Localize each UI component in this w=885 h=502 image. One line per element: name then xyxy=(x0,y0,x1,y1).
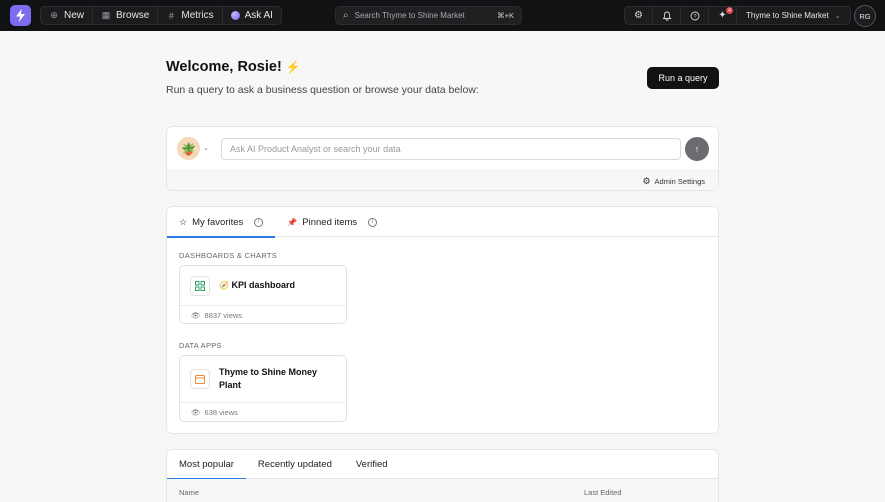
item-name: Thyme to Shine Money Plant xyxy=(219,367,318,390)
column-header-last-edited[interactable]: Last Edited xyxy=(584,488,622,497)
item-footer: 👁 8837 views xyxy=(180,305,346,324)
tab-most-popular[interactable]: Most popular xyxy=(167,450,246,480)
ask-ai-label: Ask AI xyxy=(244,10,273,21)
search-icon: ⌕ xyxy=(343,10,349,21)
section-heading-dashboards: DASHBOARDS & CHARTS xyxy=(179,251,278,260)
workspace-switcher[interactable]: Thyme to Shine Market ⌄ xyxy=(737,7,850,24)
plant-avatar-icon[interactable]: 🪴 xyxy=(177,137,200,160)
favorites-card: ☆ My favorites i 📌 Pinned items i DASHBO… xyxy=(166,206,719,434)
hash-icon: # xyxy=(168,10,174,21)
new-label: New xyxy=(64,10,85,21)
admin-settings-label: Admin Settings xyxy=(654,177,705,186)
workspace-name: Thyme to Shine Market xyxy=(746,11,829,20)
eye-icon: 👁 xyxy=(191,310,201,320)
gear-icon: ⚙ xyxy=(634,10,643,21)
section-heading-data-apps: DATA APPS xyxy=(179,341,222,350)
settings-button[interactable]: ⚙ xyxy=(625,7,653,24)
compass-emoji-icon: 🧭 xyxy=(219,281,229,290)
gear-icon: ⚙ xyxy=(642,176,651,186)
ask-ai-button[interactable]: Ask AI xyxy=(223,7,281,24)
ask-ai-card: 🪴 ⌄ Ask AI Product Analyst or search you… xyxy=(166,126,719,191)
arrow-up-icon: ↑ xyxy=(694,144,700,154)
star-icon: ☆ xyxy=(179,216,188,227)
search-shortcut: ⌘+K xyxy=(497,11,514,20)
whats-new-button[interactable]: ✦ 4 xyxy=(709,7,737,24)
tab-recently-updated[interactable]: Recently updated xyxy=(246,450,344,479)
view-count: 638 views xyxy=(204,408,238,417)
dashboard-icon xyxy=(190,276,210,296)
welcome-title: Welcome, Rosie! xyxy=(166,59,282,75)
plus-circle-icon: ⊕ xyxy=(50,10,58,20)
top-bar: ⊕ New ▦ Browse # Metrics Ask AI ⌕ Search… xyxy=(0,0,885,31)
page-subtitle: Run a query to ask a business question o… xyxy=(166,84,479,96)
page-title: Welcome, Rosie! ⚡ xyxy=(166,59,301,75)
item-footer: 👁 638 views xyxy=(180,402,346,422)
new-button[interactable]: ⊕ New xyxy=(41,7,94,24)
topbar-actions: ⚙ ? ✦ 4 Thyme to Shine Market ⌄ xyxy=(624,6,851,25)
popular-card: Most popular Recently updated Verified N… xyxy=(166,449,719,502)
tab-label: My favorites xyxy=(192,216,244,228)
svg-text:?: ? xyxy=(693,14,696,20)
column-header-name[interactable]: Name xyxy=(179,488,199,497)
tab-verified[interactable]: Verified xyxy=(344,450,400,479)
item-name: 🧭 KPI dashboard xyxy=(219,280,295,290)
tab-label: Pinned items xyxy=(302,216,358,228)
global-search[interactable]: ⌕ Search Thyme to Shine Market ⌘+K xyxy=(335,6,522,25)
info-icon: i xyxy=(254,217,264,227)
search-placeholder: Search Thyme to Shine Market xyxy=(354,11,465,20)
send-button[interactable]: ↑ xyxy=(685,137,709,161)
help-icon: ? xyxy=(690,11,699,20)
grid-icon: ▦ xyxy=(101,10,111,20)
ask-card-footer: ⚙ Admin Settings xyxy=(167,170,718,190)
lightning-emoji-icon: ⚡ xyxy=(285,60,301,74)
pin-icon: 📌 xyxy=(287,217,298,227)
info-icon: i xyxy=(368,217,378,227)
main-nav: ⊕ New ▦ Browse # Metrics Ask AI xyxy=(40,6,282,25)
ask-ai-input[interactable]: Ask AI Product Analyst or search your da… xyxy=(221,138,681,160)
bell-icon xyxy=(662,11,671,21)
chevron-down-icon[interactable]: ⌄ xyxy=(203,144,209,152)
notifications-button[interactable] xyxy=(653,7,681,24)
favorite-item-kpi-dashboard[interactable]: 🧭 KPI dashboard 👁 8837 views xyxy=(179,265,347,324)
favorite-item-money-plant[interactable]: Thyme to Shine Money Plant 👁 638 views xyxy=(179,355,347,422)
chevron-down-icon: ⌄ xyxy=(834,12,841,20)
tab-pinned-items[interactable]: 📌 Pinned items i xyxy=(275,207,389,237)
tab-my-favorites[interactable]: ☆ My favorites i xyxy=(167,207,276,238)
table-header xyxy=(167,479,718,502)
browse-button[interactable]: ▦ Browse xyxy=(93,7,159,24)
eye-icon: 👁 xyxy=(191,408,201,417)
admin-settings-link[interactable]: ⚙ Admin Settings xyxy=(642,176,705,187)
run-query-button[interactable]: Run a query xyxy=(647,67,719,89)
favorites-tabs: ☆ My favorites i 📌 Pinned items i xyxy=(167,207,718,238)
user-avatar[interactable]: RG xyxy=(854,5,876,27)
view-count: 8837 views xyxy=(204,310,243,320)
help-button[interactable]: ? xyxy=(681,7,709,24)
popular-tabs: Most popular Recently updated Verified xyxy=(167,450,718,480)
metrics-button[interactable]: # Metrics xyxy=(158,7,223,24)
ai-orb-icon xyxy=(230,11,240,20)
data-app-icon xyxy=(190,369,210,389)
metrics-label: Metrics xyxy=(181,10,214,21)
app-logo-icon[interactable] xyxy=(10,5,31,26)
notification-badge: 4 xyxy=(726,7,733,14)
ask-ai-placeholder: Ask AI Product Analyst or search your da… xyxy=(230,144,401,154)
browse-label: Browse xyxy=(116,10,150,21)
